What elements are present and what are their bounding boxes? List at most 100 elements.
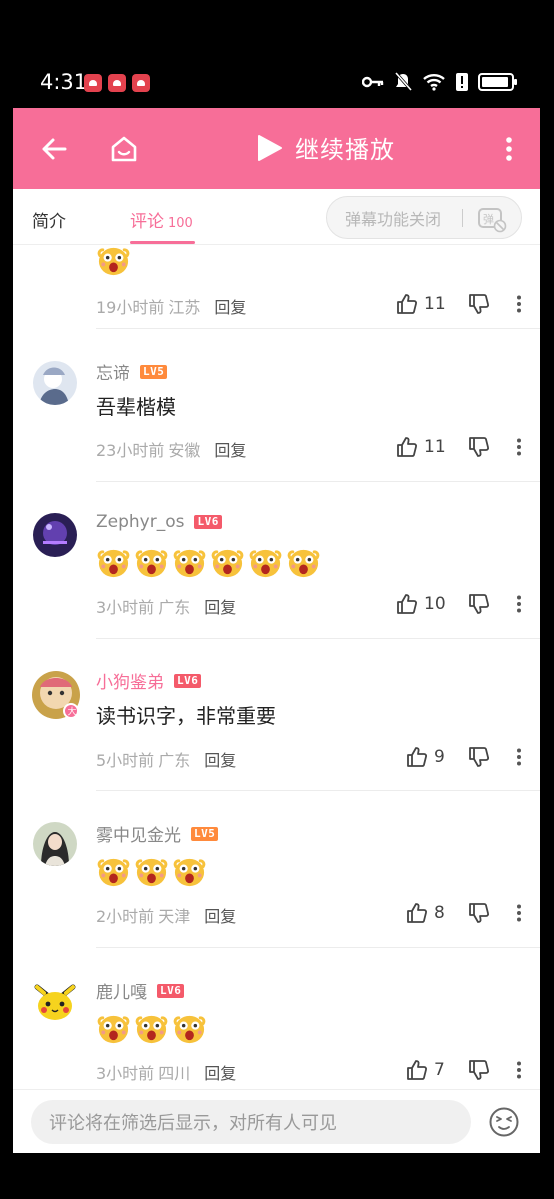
comment-emojis [96, 1011, 207, 1046]
thumbs-up-icon [407, 903, 428, 923]
comment-input[interactable]: 评论将在筛选后显示，对所有人可见 [31, 1100, 471, 1144]
reply-button[interactable]: 回复 [204, 594, 236, 618]
home-button[interactable] [101, 126, 147, 172]
comment-item: Zephyr_os LV6 3小时前 广东 回复 10 [13, 482, 540, 639]
tab-comments-count: 100 [168, 216, 193, 231]
app-window: 继续播放 简介 评论 100 弹幕功能关闭 弹 19小时前 江苏 回复 11 忘… [13, 108, 540, 1153]
comment-username[interactable]: 小狗鉴弟 LV6 [96, 668, 202, 693]
comment-time-location: 3小时前 四川 [96, 1060, 190, 1084]
shocked-emoji-icon [96, 1011, 131, 1046]
comment-more-icon[interactable] [516, 748, 522, 766]
comment-list[interactable]: 19小时前 江苏 回复 11 忘谛 LV5 吾辈楷模 23小时前 安徽 回复 1… [13, 246, 540, 1089]
comment-text: 吾辈楷模 [96, 395, 176, 419]
level-badge: LV5 [140, 364, 168, 379]
notification-icons [84, 74, 150, 92]
shocked-emoji-icon [96, 246, 131, 278]
top-bar: 继续播放 [13, 108, 540, 189]
comment-username[interactable]: 雾中见金光 LV5 [96, 821, 219, 846]
shocked-emoji-icon [134, 545, 169, 580]
comment-username[interactable]: 鹿儿嘎 LV6 [96, 978, 185, 1003]
comment-location: 天津 [158, 907, 191, 926]
shocked-emoji-icon [134, 1011, 169, 1046]
system-icons [362, 72, 517, 92]
username-text: 小狗鉴弟 [96, 673, 164, 693]
comment-time: 23小时前 [96, 441, 165, 460]
username-text: 雾中见金光 [96, 826, 181, 846]
avatar[interactable] [33, 822, 77, 866]
bottom-comment-bar: 评论将在筛选后显示，对所有人可见 [13, 1089, 540, 1153]
thumbs-down-icon[interactable] [468, 293, 490, 315]
username-text: 鹿儿嘎 [96, 983, 147, 1003]
thumbs-down-icon[interactable] [468, 1059, 490, 1081]
comment-more-icon[interactable] [516, 438, 522, 456]
danmaku-label: 弹幕功能关闭 [345, 209, 442, 229]
shocked-emoji-icon [286, 545, 321, 580]
back-button[interactable] [31, 126, 77, 172]
alert-icon [456, 73, 468, 91]
thumbs-down-icon[interactable] [468, 436, 490, 458]
shocked-emoji-icon [248, 545, 283, 580]
thumbs-down-icon[interactable] [468, 593, 490, 615]
comment-time-location: 23小时前 安徽 [96, 437, 200, 461]
comment-item: 19小时前 江苏 回复 11 [13, 246, 540, 329]
continue-play-button[interactable]: 继续播放 [255, 130, 395, 165]
like-count: 9 [434, 747, 445, 767]
username-text: Zephyr_os [96, 512, 185, 532]
comment-item: 鹿儿嘎 LV6 3小时前 四川 回复 7 [13, 948, 540, 1089]
comment-username[interactable]: Zephyr_os LV6 [96, 512, 222, 532]
shocked-emoji-icon [172, 545, 207, 580]
like-button[interactable]: 10 [396, 593, 446, 615]
danmaku-toggle[interactable]: 弹幕功能关闭 弹 [326, 196, 522, 239]
comment-time-location: 5小时前 广东 [96, 747, 190, 771]
more-menu-button[interactable] [486, 126, 532, 172]
comment-emojis [96, 246, 131, 278]
comment-meta: 3小时前 四川 回复 [96, 1060, 236, 1084]
status-time: 4:31 [40, 70, 88, 94]
comment-item: 忘谛 LV5 吾辈楷模 23小时前 安徽 回复 11 [13, 329, 540, 482]
danmaku-icon-text: 弹 [483, 212, 494, 226]
danmaku-separator [462, 209, 463, 227]
shocked-emoji-icon [96, 545, 131, 580]
continue-play-label: 继续播放 [295, 136, 395, 164]
reply-button[interactable]: 回复 [204, 903, 236, 927]
tab-intro[interactable]: 简介 [32, 207, 66, 232]
danmaku-off-icon: 弹 [478, 208, 507, 233]
shocked-emoji-icon [96, 854, 131, 889]
thumbs-down-icon[interactable] [468, 902, 490, 924]
mute-icon [394, 72, 412, 91]
comment-meta: 23小时前 安徽 回复 [96, 437, 246, 461]
like-button[interactable]: 11 [396, 293, 446, 315]
comment-location: 四川 [158, 1064, 191, 1083]
reply-button[interactable]: 回复 [204, 1060, 236, 1084]
emoji-face-icon[interactable] [488, 1106, 520, 1138]
thumbs-down-icon[interactable] [468, 746, 490, 768]
thumbs-up-icon [397, 294, 418, 314]
avatar[interactable]: 大 [30, 669, 80, 719]
key-icon [362, 76, 384, 88]
tab-comments[interactable]: 评论 100 [130, 207, 193, 232]
tab-comments-label: 评论 [130, 212, 164, 232]
comment-more-icon[interactable] [516, 595, 522, 613]
comment-more-icon[interactable] [516, 1061, 522, 1079]
tab-active-indicator [130, 241, 195, 244]
like-button[interactable]: 11 [396, 436, 446, 458]
like-button[interactable]: 7 [406, 1059, 445, 1081]
comment-more-icon[interactable] [516, 295, 522, 313]
comment-item: 雾中见金光 LV5 2小时前 天津 回复 8 [13, 791, 540, 948]
wifi-icon [423, 74, 445, 91]
comment-more-icon[interactable] [516, 904, 522, 922]
comment-text: 读书识字，非常重要 [96, 704, 276, 728]
reply-button[interactable]: 回复 [204, 747, 236, 771]
avatar[interactable] [33, 361, 77, 405]
like-button[interactable]: 9 [406, 746, 445, 768]
comment-username[interactable]: 忘谛 LV5 [96, 359, 168, 384]
reply-button[interactable]: 回复 [214, 294, 246, 318]
avatar[interactable] [33, 979, 77, 1023]
like-button[interactable]: 8 [406, 902, 445, 924]
comment-emojis [96, 854, 207, 889]
avatar[interactable] [33, 513, 77, 557]
shocked-emoji-icon [172, 854, 207, 889]
like-count: 8 [434, 903, 445, 923]
reply-button[interactable]: 回复 [214, 437, 246, 461]
comment-time: 5小时前 [96, 751, 155, 770]
